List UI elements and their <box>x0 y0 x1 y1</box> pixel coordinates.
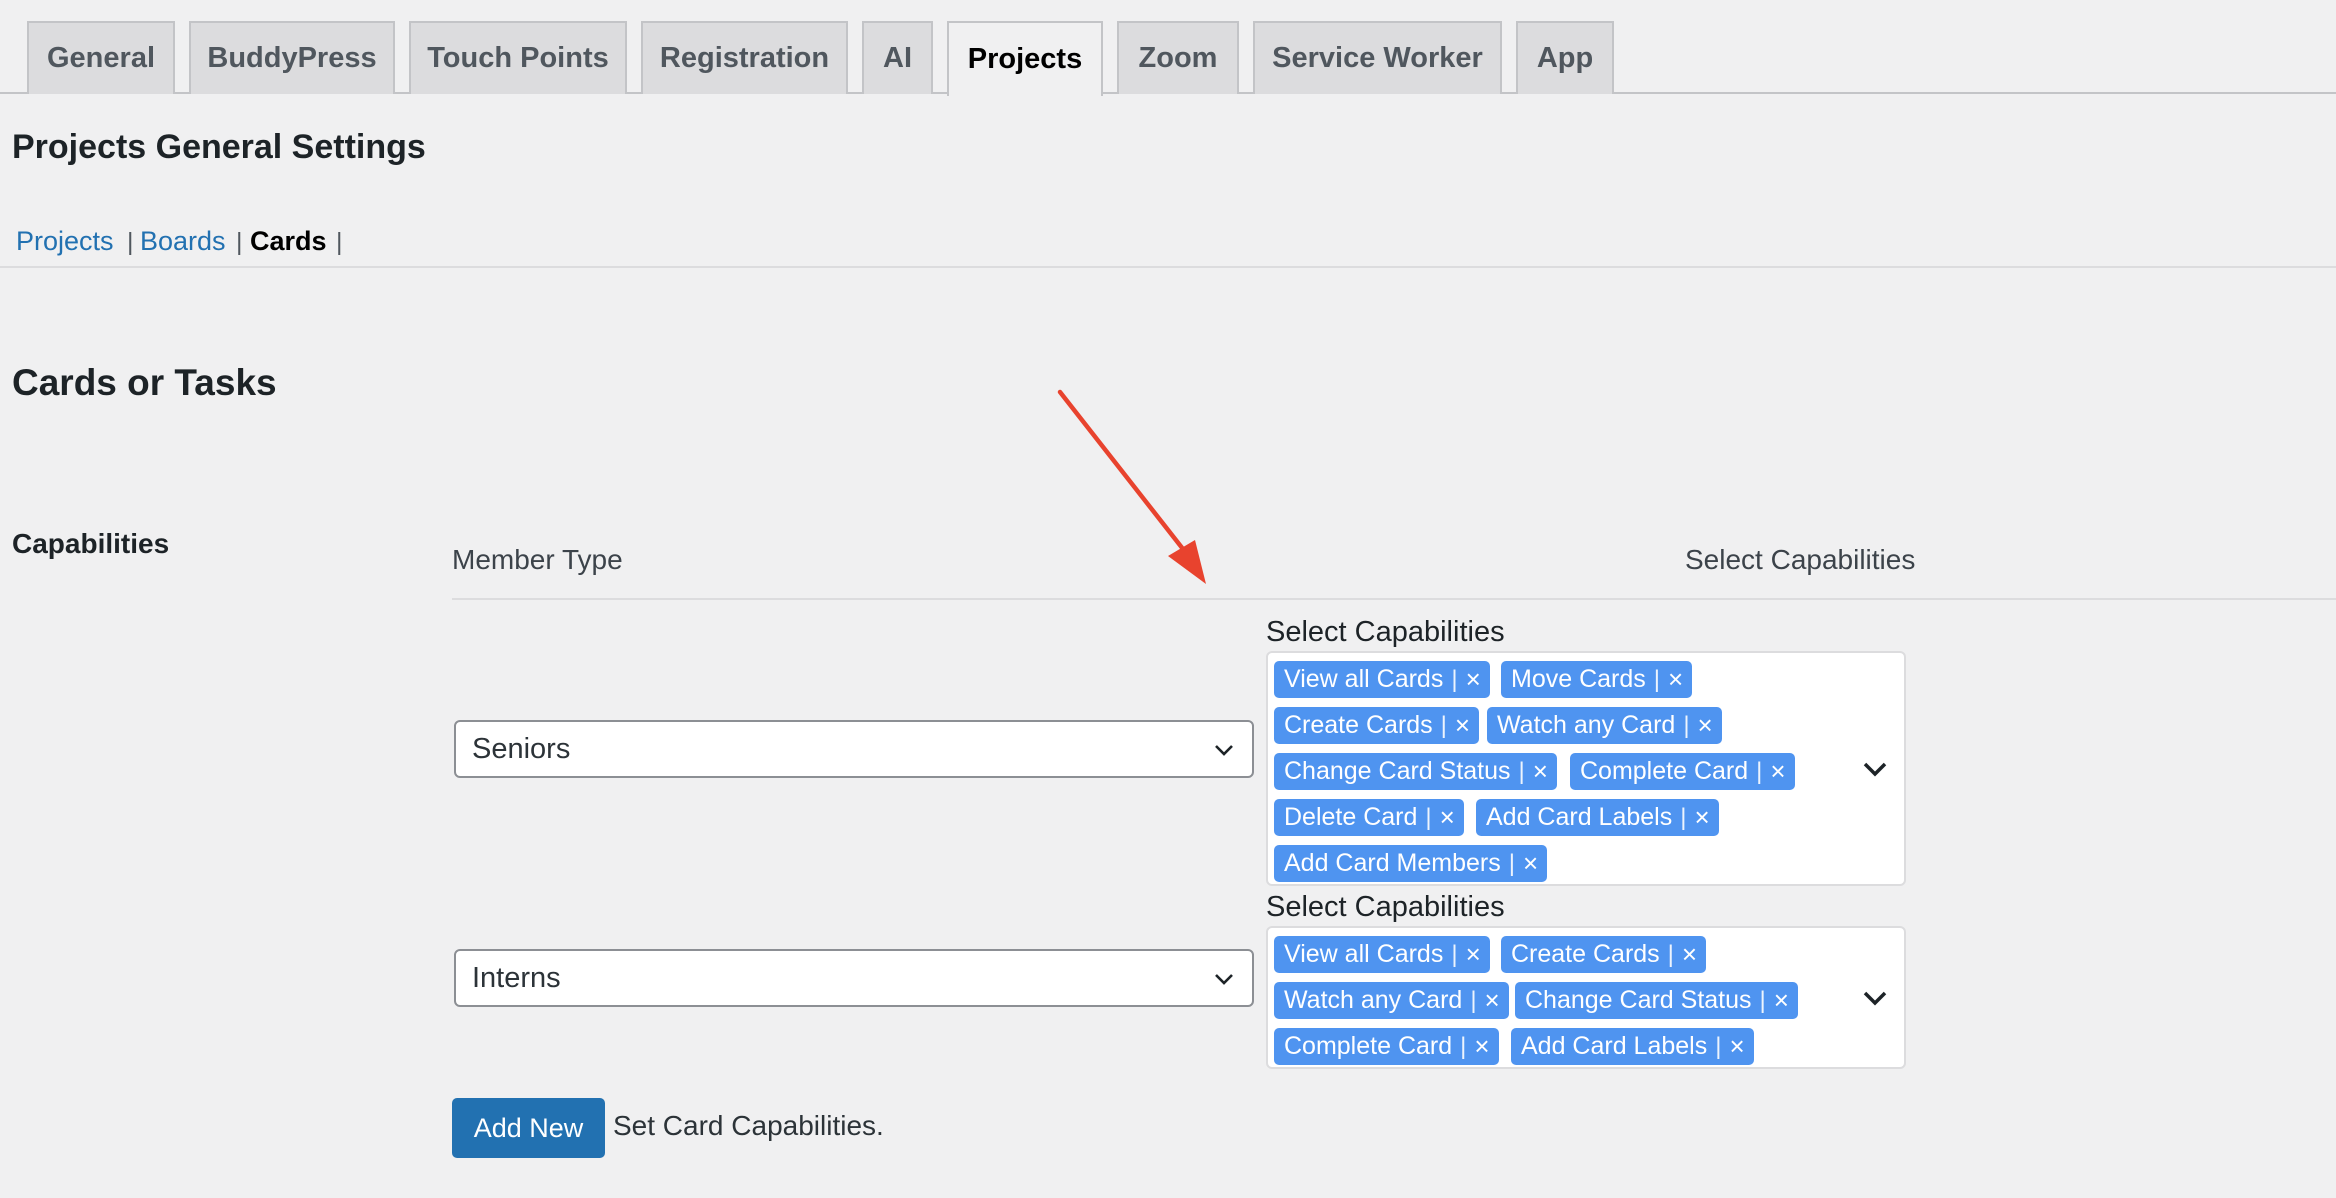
chevron-down-icon <box>1215 974 1233 985</box>
capability-chip[interactable]: Watch any Card | × <box>1487 707 1722 744</box>
subnav-projects-link[interactable]: Projects <box>16 226 114 257</box>
annotation-arrow-icon <box>1057 389 1206 584</box>
capability-chip[interactable]: Move Cards | × <box>1501 661 1693 698</box>
capabilities-field-label: Select Capabilities <box>1266 891 1505 923</box>
chevron-down-icon[interactable] <box>1860 754 1890 784</box>
remove-chip-icon[interactable]: × <box>1533 756 1557 787</box>
tab-projects[interactable]: Projects <box>947 21 1103 96</box>
page-title: Projects General Settings <box>12 128 426 166</box>
remove-chip-icon[interactable]: × <box>1474 1031 1498 1062</box>
tab-zoom[interactable]: Zoom <box>1117 21 1239 94</box>
remove-chip-icon[interactable]: × <box>1729 1031 1753 1062</box>
capability-chip[interactable]: Delete Card | × <box>1274 799 1464 836</box>
sub-navigation: Projects | Boards | Cards | <box>0 222 2336 268</box>
remove-chip-icon[interactable]: × <box>1774 985 1798 1016</box>
remove-chip-icon[interactable]: × <box>1455 710 1479 741</box>
add-new-button[interactable]: Add New <box>452 1098 605 1158</box>
capability-chip[interactable]: Add Card Labels | × <box>1476 799 1719 836</box>
member-type-select-interns[interactable]: Interns <box>454 949 1254 1007</box>
remove-chip-icon[interactable]: × <box>1485 985 1509 1016</box>
remove-chip-icon[interactable]: × <box>1466 664 1490 695</box>
capabilities-field-label: Select Capabilities <box>1266 616 1505 648</box>
capability-chip[interactable]: Complete Card | × <box>1570 753 1795 790</box>
capability-chip[interactable]: Complete Card | × <box>1274 1028 1499 1065</box>
subnav-separator: | <box>336 228 343 256</box>
tab-app[interactable]: App <box>1516 21 1614 94</box>
capability-chip[interactable]: View all Cards | × <box>1274 661 1490 698</box>
remove-chip-icon[interactable]: × <box>1698 710 1722 741</box>
remove-chip-icon[interactable]: × <box>1694 802 1718 833</box>
chevron-down-icon <box>1215 745 1233 756</box>
capability-chip[interactable]: Create Cards | × <box>1274 707 1480 744</box>
capability-chip[interactable]: Create Cards | × <box>1501 936 1707 973</box>
remove-chip-icon[interactable]: × <box>1770 756 1794 787</box>
capability-chip[interactable]: Change Card Status | × <box>1274 753 1557 790</box>
settings-tabs: General BuddyPress Touch Points Registra… <box>0 0 2336 96</box>
remove-chip-icon[interactable]: × <box>1440 802 1464 833</box>
capabilities-row-label: Capabilities <box>12 528 170 559</box>
tab-registration[interactable]: Registration <box>641 21 848 94</box>
remove-chip-icon[interactable]: × <box>1668 664 1692 695</box>
tab-service-worker[interactable]: Service Worker <box>1253 21 1502 94</box>
subnav-separator: | <box>236 228 243 256</box>
member-type-value: Seniors <box>472 732 571 765</box>
tab-buddypress[interactable]: BuddyPress <box>189 21 395 94</box>
subnav-boards-link[interactable]: Boards <box>140 226 226 257</box>
select-capabilities-column-header: Select Capabilities <box>1685 544 1916 575</box>
chevron-down-icon[interactable] <box>1860 983 1890 1013</box>
capability-chip[interactable]: Add Card Members | × <box>1274 845 1548 882</box>
remove-chip-icon[interactable]: × <box>1523 848 1547 879</box>
capability-chip[interactable]: Add Card Labels | × <box>1511 1028 1754 1065</box>
capability-chip[interactable]: Watch any Card | × <box>1274 982 1509 1019</box>
section-title: Cards or Tasks <box>12 362 277 403</box>
subnav-separator: | <box>127 228 134 256</box>
capability-chip[interactable]: Change Card Status | × <box>1515 982 1798 1019</box>
member-type-value: Interns <box>472 961 561 994</box>
capabilities-multiselect-seniors[interactable]: View all Cards | × Move Cards | × Create Car… <box>1266 651 1906 886</box>
subnav-cards-current: Cards <box>250 226 327 256</box>
member-type-column-header: Member Type <box>452 544 623 575</box>
tab-touch-points[interactable]: Touch Points <box>409 21 627 94</box>
capabilities-multiselect-interns[interactable]: View all Cards | × Create Cards | × Watch an… <box>1266 926 1906 1069</box>
remove-chip-icon[interactable]: × <box>1682 939 1706 970</box>
tab-general[interactable]: General <box>27 21 175 94</box>
remove-chip-icon[interactable]: × <box>1466 939 1490 970</box>
capability-chip[interactable]: View all Cards | × <box>1274 936 1490 973</box>
tab-ai[interactable]: AI <box>862 21 933 94</box>
table-header-divider <box>452 598 2336 600</box>
add-new-description: Set Card Capabilities. <box>613 1110 884 1141</box>
member-type-select-seniors[interactable]: Seniors <box>454 720 1254 778</box>
